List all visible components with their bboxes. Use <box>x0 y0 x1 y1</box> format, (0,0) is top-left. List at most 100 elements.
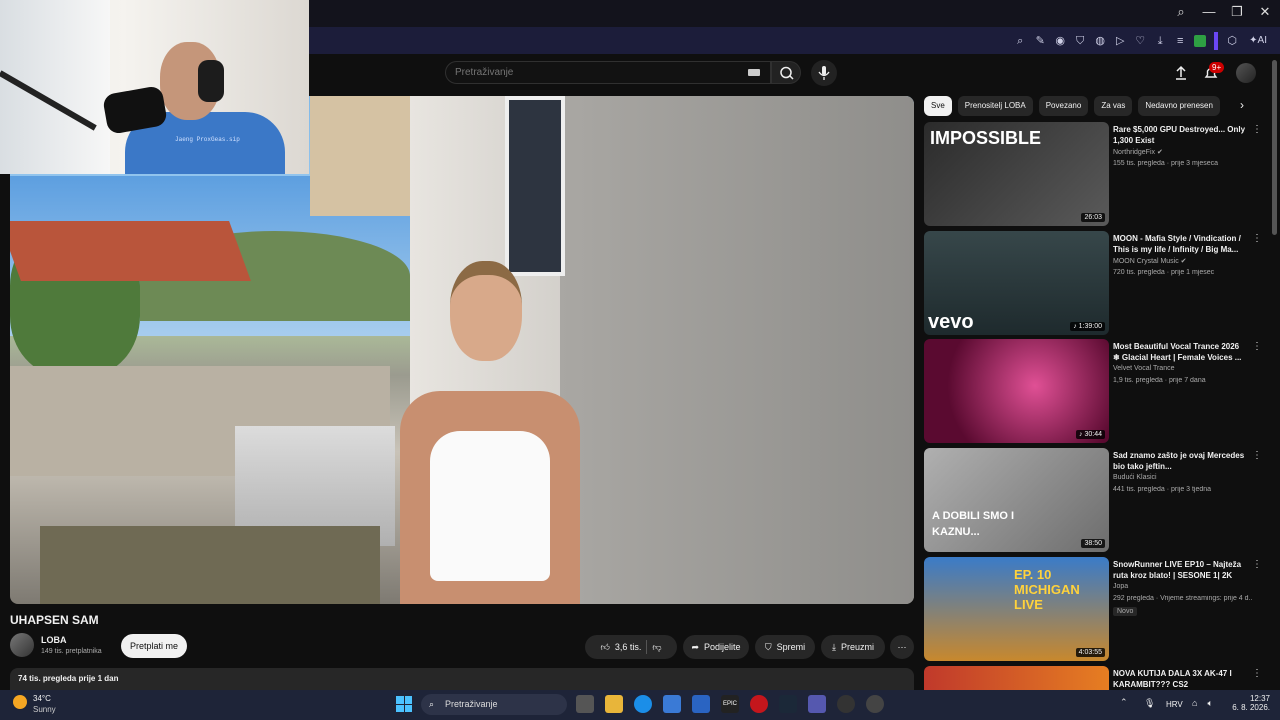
camera-icon[interactable]: ◉ <box>1054 35 1066 47</box>
more-vert-icon[interactable]: ⋮ <box>1252 668 1262 679</box>
rec-title[interactable]: SnowRunner LIVE EP10 – Najteža ruta kroz… <box>1113 559 1248 581</box>
account-avatar[interactable] <box>1236 63 1256 83</box>
heart-icon[interactable]: ♡ <box>1134 35 1146 47</box>
chip-uploader[interactable]: Prenositelj LOBA <box>957 96 1033 116</box>
share-icon: ➦ <box>691 641 699 652</box>
share-button[interactable]: ➦ Podijelite <box>683 635 749 659</box>
recommendation-item[interactable]: NOVA KUTIJA DALA 3X AK-47 I KARAMBIT??? … <box>924 666 1264 690</box>
rec-meta: 441 tis. pregleda · prije 3 tjedna <box>1113 486 1212 493</box>
clock[interactable]: 12:37 6. 8. 2026. <box>1230 694 1270 712</box>
chip-all[interactable]: Sve <box>924 96 952 116</box>
task-view-icon[interactable] <box>576 695 594 713</box>
video-thumbnail[interactable]: IMPOSSIBLE 26:03 <box>924 122 1109 226</box>
search-input[interactable] <box>446 62 736 83</box>
webcam-shirt-text: Jaeng ProxGeas.sip <box>175 136 240 143</box>
thumbs-down-icon: 👎︎ <box>652 641 662 652</box>
store-icon[interactable] <box>663 695 681 713</box>
recommendation-item[interactable]: ♪ 30:44 Most Beautiful Vocal Trance 2026… <box>924 339 1264 443</box>
download-icon[interactable]: ⤓ <box>1154 35 1166 47</box>
weather-temperature[interactable]: 34°C <box>33 694 51 703</box>
mic-tray-icon[interactable]: 🎙︎ <box>1144 698 1155 709</box>
more-vert-icon[interactable]: ⋮ <box>1252 450 1262 461</box>
rec-title[interactable]: Rare $5,000 GPU Destroyed... Only 1,300 … <box>1113 124 1248 146</box>
vpn-icon[interactable]: ◍ <box>1094 35 1106 47</box>
restore-icon[interactable]: ❐ <box>1230 4 1244 20</box>
thumbnail-text: A DOBILI SMO I KAZNU... <box>932 510 1015 538</box>
rec-channel[interactable]: MOON Crystal Music ✔ <box>1113 257 1187 265</box>
channel-name[interactable]: LOBA <box>41 635 67 645</box>
subscribe-button[interactable]: Pretplati me <box>121 634 187 658</box>
windows-start-icon[interactable] <box>396 696 412 712</box>
app-icon-2[interactable] <box>866 695 884 713</box>
search-button[interactable] <box>771 61 801 84</box>
chip-for-you[interactable]: Za vas <box>1094 96 1133 116</box>
search-icon[interactable]: ⌕ <box>1174 4 1188 20</box>
app-icon[interactable] <box>837 695 855 713</box>
download-button[interactable]: ⤓ Preuzmi <box>821 635 885 659</box>
video-scene-wall-grey <box>560 96 914 604</box>
ai-icon[interactable]: ✦AI <box>1246 35 1270 47</box>
sidebar-toggle-icon[interactable] <box>1214 32 1219 50</box>
recommendation-item[interactable]: vevo ♪ 1:39:00 MOON - Mafia Style / Vind… <box>924 231 1264 335</box>
close-icon[interactable]: ✕ <box>1258 4 1272 20</box>
sun-icon[interactable] <box>13 695 27 709</box>
download-label: Preuzmi <box>840 642 874 652</box>
keyboard-icon[interactable] <box>748 69 760 76</box>
more-vert-icon[interactable]: ⋮ <box>1252 233 1262 244</box>
chip-recently-uploaded[interactable]: Nedavno prenesen <box>1138 96 1220 116</box>
search-box[interactable] <box>445 61 771 84</box>
dislike-button[interactable]: 👎︎ <box>652 642 661 653</box>
video-thumbnail[interactable]: vevo ♪ 1:39:00 <box>924 231 1109 335</box>
taskbar-search[interactable]: Pretraživanje <box>421 694 567 715</box>
rec-channel[interactable]: Velvet Vocal Trance <box>1113 365 1174 372</box>
voice-search-button[interactable] <box>811 60 837 86</box>
recommendation-item[interactable]: A DOBILI SMO I KAZNU... 38:50 Sad znamo … <box>924 448 1264 552</box>
file-explorer-icon[interactable] <box>605 695 623 713</box>
network-icon[interactable]: ⌂ <box>1192 698 1197 709</box>
rec-title[interactable]: NOVA KUTIJA DALA 3X AK-47 I KARAMBIT??? … <box>1113 668 1248 690</box>
mail-icon[interactable] <box>692 695 710 713</box>
zoom-icon[interactable]: ⌕ <box>1014 35 1026 47</box>
more-vert-icon[interactable]: ⋮ <box>1252 124 1262 135</box>
chevron-up-icon[interactable]: ⌃ <box>1120 697 1128 708</box>
opera-icon[interactable] <box>750 695 768 713</box>
description-box[interactable]: 74 tis. pregleda prije 1 dan <box>10 668 914 690</box>
more-vert-icon[interactable]: ⋮ <box>1252 341 1262 352</box>
minimize-icon[interactable]: — <box>1202 4 1216 20</box>
extension-icon[interactable] <box>1194 35 1207 47</box>
video-thumbnail[interactable]: EP. 10 MICHIGAN LIVE 4:03:55 <box>924 557 1109 661</box>
save-button[interactable]: ⛉ Spremi <box>755 635 815 659</box>
upload-icon[interactable] <box>1172 64 1190 82</box>
more-actions-button[interactable]: ⋯ <box>890 635 914 659</box>
video-thumbnail[interactable]: A DOBILI SMO I KAZNU... 38:50 <box>924 448 1109 552</box>
teams-icon[interactable] <box>808 695 826 713</box>
play-icon[interactable]: ▷ <box>1114 35 1126 47</box>
shield-icon[interactable]: ⛉ <box>1074 35 1086 47</box>
rec-channel[interactable]: NorthridgeFix ✔ <box>1113 148 1163 156</box>
like-button[interactable]: 👍︎ 3,6 tis. <box>600 642 641 653</box>
rec-title[interactable]: Most Beautiful Vocal Trance 2026 ❄ Glaci… <box>1113 341 1248 363</box>
rec-title[interactable]: MOON - Mafia Style / Vindication / This … <box>1113 233 1248 255</box>
recommendation-item[interactable]: EP. 10 MICHIGAN LIVE 4:03:55 SnowRunner … <box>924 557 1264 661</box>
rec-title[interactable]: Sad znamo zašto je ovaj Mercedes bio tak… <box>1113 450 1248 472</box>
volume-icon[interactable]: 🔈︎ <box>1207 698 1212 709</box>
scrollbar[interactable] <box>1272 60 1277 235</box>
cube-icon[interactable]: ⬡ <box>1226 35 1238 47</box>
more-vert-icon[interactable]: ⋮ <box>1252 559 1262 570</box>
rec-channel[interactable]: Jopa <box>1113 583 1128 590</box>
menu-icon[interactable]: ≡ <box>1174 35 1186 47</box>
chevron-right-icon[interactable]: › <box>1240 98 1244 112</box>
recommendation-item[interactable]: IMPOSSIBLE 26:03 Rare $5,000 GPU Destroy… <box>924 122 1264 226</box>
channel-avatar[interactable] <box>10 633 34 657</box>
video-duration: 38:50 <box>1081 539 1105 548</box>
edit-icon[interactable]: ✎ <box>1034 35 1046 47</box>
video-thumbnail[interactable]: ♪ 30:44 <box>924 339 1109 443</box>
like-dislike-group: 👍︎ 3,6 tis. 👎︎ <box>585 635 677 659</box>
chip-related[interactable]: Povezano <box>1038 96 1089 116</box>
language-indicator[interactable]: HRV <box>1166 700 1183 709</box>
rec-channel[interactable]: Budući Klasici <box>1113 474 1157 481</box>
video-thumbnail[interactable] <box>924 666 1109 690</box>
steam-icon[interactable] <box>779 695 797 713</box>
edge-icon[interactable] <box>634 695 652 713</box>
epic-games-icon[interactable]: EPIC <box>721 695 739 713</box>
